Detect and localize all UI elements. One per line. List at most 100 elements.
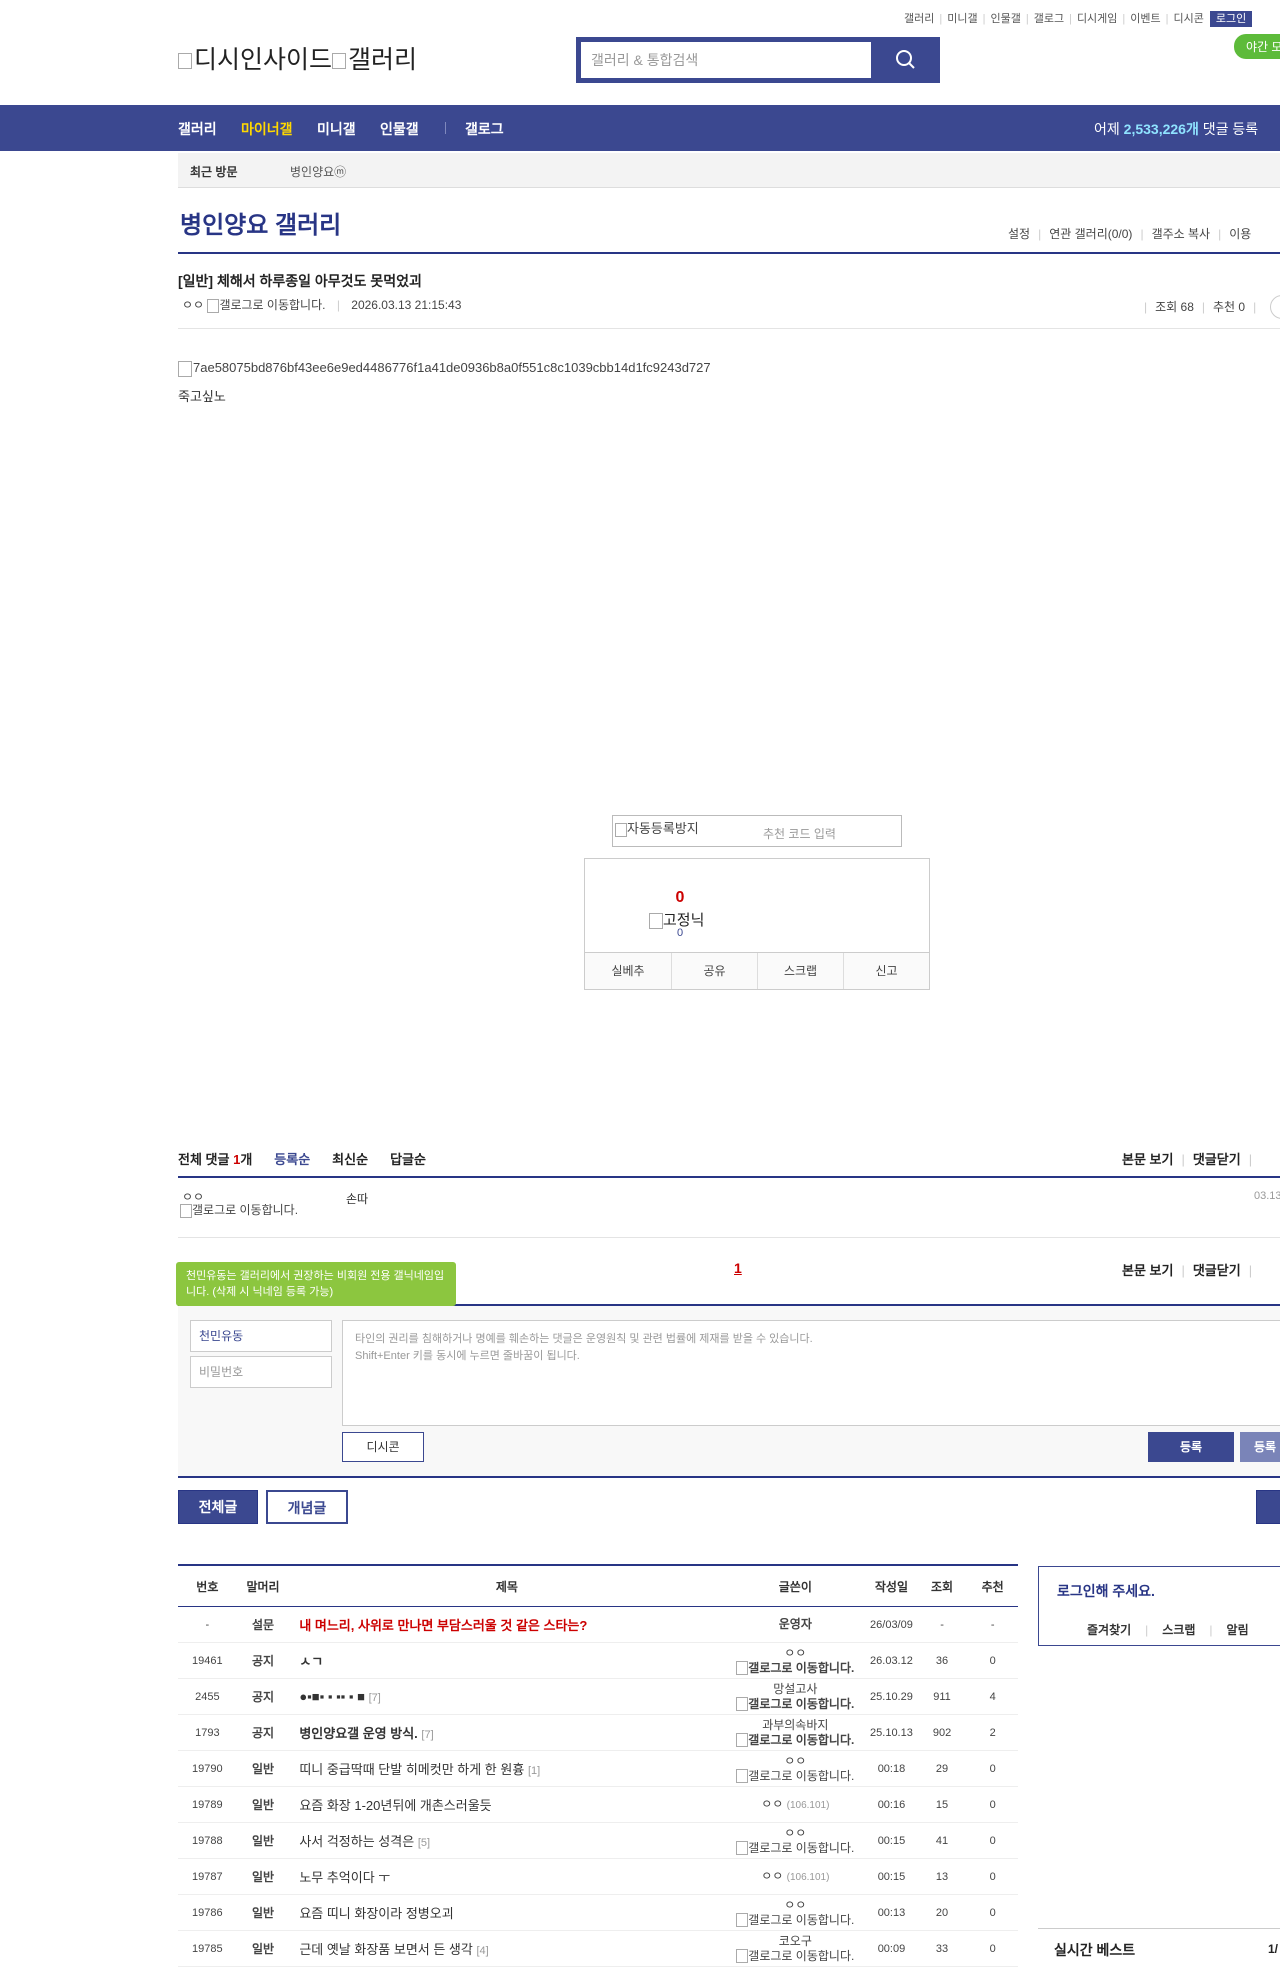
share-button[interactable]: 공유 (671, 953, 757, 989)
table-row[interactable]: - 설문 내 며느리, 사위로 만나면 부담스러울 것 같은 스타는? 운영자 26/0… (178, 1606, 1018, 1643)
reply-count[interactable]: [5] (418, 1837, 430, 1849)
writer-name[interactable]: 코오구 (724, 1934, 866, 1949)
table-row[interactable]: 19461 공지 ㅅㄱ ㅇㅇ 갤로그로 이동합니다. 26.03.12 36 0 (178, 1642, 1018, 1679)
row-writer[interactable]: ㅇㅇ (106.101) (724, 1858, 867, 1895)
top-menu-dccon[interactable]: 디시콘 (1174, 13, 1204, 25)
gallog-icon-link[interactable]: 갤로그로 이동합니다. (724, 1733, 866, 1748)
writer-name[interactable]: ㅇㅇ (724, 1826, 866, 1841)
view-body-link[interactable]: 본문 보기 (1122, 1152, 1173, 1167)
row-writer[interactable]: ㅇㅇ 갤로그로 이동합니다. (724, 1894, 867, 1931)
row-title-text[interactable]: ㅅㄱ (299, 1654, 323, 1669)
writer-name[interactable]: ㅇㅇ (761, 1797, 783, 1811)
reply-count[interactable]: [1] (528, 1765, 540, 1777)
row-title-text[interactable]: 내 며느리, 사위로 만나면 부담스러울 것 같은 스타는? (299, 1618, 587, 1633)
row-title-text[interactable]: 병인양요갤 운영 방식. (299, 1726, 417, 1741)
reply-count[interactable]: [7] (369, 1692, 381, 1704)
comment-page-1[interactable]: 1 (734, 1260, 742, 1276)
table-row[interactable]: 1793 공지 병인양요갤 운영 방식. [7] 과부의속바지 갤로그로 이동합니다. 2… (178, 1714, 1018, 1751)
comment-gallog-link[interactable]: 갤로그로 이동합니다. (180, 1204, 310, 1218)
row-writer[interactable]: 망설고사 갤로그로 이동합니다. (724, 1678, 867, 1715)
row-title-text[interactable]: 띠니 중급딱때 단발 히메컷만 하게 한 원흉 (299, 1762, 524, 1777)
realbest-button[interactable]: 실베추 (585, 953, 671, 989)
submit-button[interactable]: 등록 (1148, 1432, 1234, 1462)
row-title-text[interactable]: 요즘 띠니 화장이라 정병오괴 (299, 1906, 453, 1921)
reply-count[interactable]: [7] (421, 1729, 433, 1741)
top-menu-dcgame[interactable]: 디시게임 (1077, 13, 1117, 25)
gnb-minor-gallery[interactable]: 마이너갤 (241, 119, 293, 139)
row-title-text[interactable]: 사서 걱정하는 성격은 (299, 1834, 414, 1849)
writer-name[interactable]: ㅇㅇ (724, 1754, 866, 1769)
gallog-icon-link[interactable]: 갤로그로 이동합니다. (724, 1697, 866, 1712)
writer-name[interactable]: ㅇㅇ (724, 1898, 866, 1913)
row-writer[interactable]: 코오구 갤로그로 이동합니다. (724, 1930, 867, 1967)
sort-latest[interactable]: 최신순 (332, 1152, 368, 1167)
table-row[interactable]: 19788 일반 사서 걱정하는 성격은 [5] ㅇㅇ 갤로그로 이동합니다. 00:15… (178, 1822, 1018, 1859)
gallery-title[interactable]: 병인양요 갤러리 (180, 205, 341, 240)
dccon-button[interactable]: 디시콘 (342, 1432, 424, 1462)
best-posts-button[interactable]: 개념글 (266, 1490, 348, 1524)
top-menu-person[interactable]: 인물갤 (990, 13, 1020, 25)
row-title[interactable]: 요즘 띠니 화장이라 정병오괴 (289, 1894, 725, 1931)
recent-visit-item[interactable]: 병인양요ⓜ (290, 163, 346, 180)
site-logo[interactable]: 디시인사이드 갤러리 (178, 40, 417, 76)
table-row[interactable]: 2455 공지 ●▪■▪ ▪ ▪▪ ▪ ■ [7] 망설고사 갤로그로 이동합니다. 25… (178, 1678, 1018, 1715)
night-mode-toggle[interactable]: 야간 모 (1234, 34, 1280, 59)
gnb-gallog[interactable]: 갤로그 (465, 119, 504, 139)
row-title-text[interactable]: 근데 옛날 화장품 보면서 든 생각 (299, 1942, 473, 1957)
password-field[interactable]: 비밀번호 (190, 1356, 332, 1388)
row-title[interactable]: 근데 옛날 화장품 보면서 든 생각 [4] (289, 1930, 725, 1967)
view-body-link-bottom[interactable]: 본문 보기 (1122, 1263, 1173, 1278)
gallog-icon-link[interactable]: 갤로그로 이동합니다. (724, 1913, 866, 1928)
table-row[interactable]: 19790 일반 띠니 중급딱때 단발 히메컷만 하게 한 원흉 [1] ㅇㅇ 갤로그로… (178, 1750, 1018, 1787)
table-row[interactable]: 19787 일반 노무 추억이다 ㅜㅇㅇ (106.101) 00:15 13 0 (178, 1858, 1018, 1895)
gallog-link[interactable]: 갤로그로 이동합니다. (207, 298, 325, 313)
captcha-input[interactable]: 추천 코드 입력 (763, 825, 836, 842)
gallog-icon-link[interactable]: 갤로그로 이동합니다. (724, 1949, 866, 1964)
table-row[interactable]: 19786 일반 요즘 띠니 화장이라 정병오괴 ㅇㅇ 갤로그로 이동합니다. 00:13… (178, 1894, 1018, 1931)
row-title[interactable]: 노무 추억이다 ㅜ (289, 1858, 725, 1895)
row-title[interactable]: 띠니 중급딱때 단발 히메컷만 하게 한 원흉 [1] (289, 1750, 725, 1787)
gnb-person-gallery[interactable]: 인물갤 (380, 119, 419, 139)
row-writer[interactable]: ㅇㅇ 갤로그로 이동합니다. (724, 1750, 867, 1787)
close-comments-link[interactable]: 댓글닫기 (1193, 1152, 1241, 1167)
writer-name[interactable]: ㅇㅇ (724, 1646, 866, 1661)
submit-login-button[interactable]: 등록 (1240, 1432, 1280, 1462)
close-comments-link-bottom[interactable]: 댓글닫기 (1193, 1263, 1241, 1278)
search-input[interactable]: 갤러리 & 통합검색 (581, 42, 871, 78)
table-row[interactable]: 19789 일반 요즘 화장 1-20년뒤에 개촌스러울듯 ㅇㅇ (106.101) 0… (178, 1786, 1018, 1823)
gnb-mini-gallery[interactable]: 미니갤 (317, 119, 356, 139)
sort-reply[interactable]: 답글순 (390, 1152, 426, 1167)
writer-name[interactable]: 운영자 (779, 1617, 812, 1631)
row-writer[interactable]: ㅇㅇ (106.101) (724, 1786, 867, 1823)
gallog-icon-link[interactable]: 갤로그로 이동합니다. (724, 1841, 866, 1856)
row-title-text[interactable]: 노무 추억이다 ㅜ (299, 1870, 390, 1885)
write-button[interactable] (1256, 1490, 1280, 1524)
report-button[interactable]: 신고 (843, 953, 929, 989)
login-prompt[interactable]: 로그인해 주세요. (1057, 1581, 1155, 1601)
row-title[interactable]: 병인양요갤 운영 방식. [7] (289, 1714, 725, 1751)
all-posts-button[interactable]: 전체글 (178, 1490, 258, 1524)
scrap-button[interactable]: 스크랩 (757, 953, 843, 989)
table-row[interactable]: 19785 일반 근데 옛날 화장품 보면서 든 생각 [4] 코오구 갤로그로 이동합… (178, 1930, 1018, 1967)
row-title[interactable]: ●▪■▪ ▪ ▪▪ ▪ ■ [7] (289, 1678, 725, 1715)
row-writer[interactable]: ㅇㅇ 갤로그로 이동합니다. (724, 1642, 867, 1679)
gallog-icon-link[interactable]: 갤로그로 이동합니다. (724, 1661, 866, 1676)
row-title-text[interactable]: ●▪■▪ ▪ ▪▪ ▪ ■ (299, 1689, 365, 1704)
writer-name[interactable]: 망설고사 (724, 1682, 866, 1697)
search-button[interactable] (875, 40, 937, 80)
favorites-link[interactable]: 즐겨찾기 (1087, 1623, 1131, 1637)
top-menu-gallog[interactable]: 갤로그 (1034, 13, 1064, 25)
row-writer[interactable]: 과부의속바지 갤로그로 이동합니다. (724, 1714, 867, 1751)
reply-count[interactable]: [4] (476, 1945, 488, 1957)
row-title-text[interactable]: 요즘 화장 1-20년뒤에 개촌스러울듯 (299, 1798, 491, 1813)
sort-registered[interactable]: 등록순 (274, 1152, 310, 1167)
login-button[interactable]: 로그인 (1209, 11, 1253, 27)
writer-name[interactable]: ㅇㅇ (761, 1869, 783, 1883)
gallog-icon-link[interactable]: 갤로그로 이동합니다. (724, 1769, 866, 1784)
top-menu-gallery[interactable]: 갤러리 (904, 13, 934, 25)
post-action-button[interactable] (1270, 295, 1280, 319)
copy-address-link[interactable]: 갤주소 복사 (1152, 227, 1211, 241)
gallery-settings-link[interactable]: 설정 (1008, 227, 1030, 241)
gnb-gallery[interactable]: 갤러리 (178, 119, 217, 139)
notifications-link[interactable]: 알림 (1227, 1623, 1249, 1637)
